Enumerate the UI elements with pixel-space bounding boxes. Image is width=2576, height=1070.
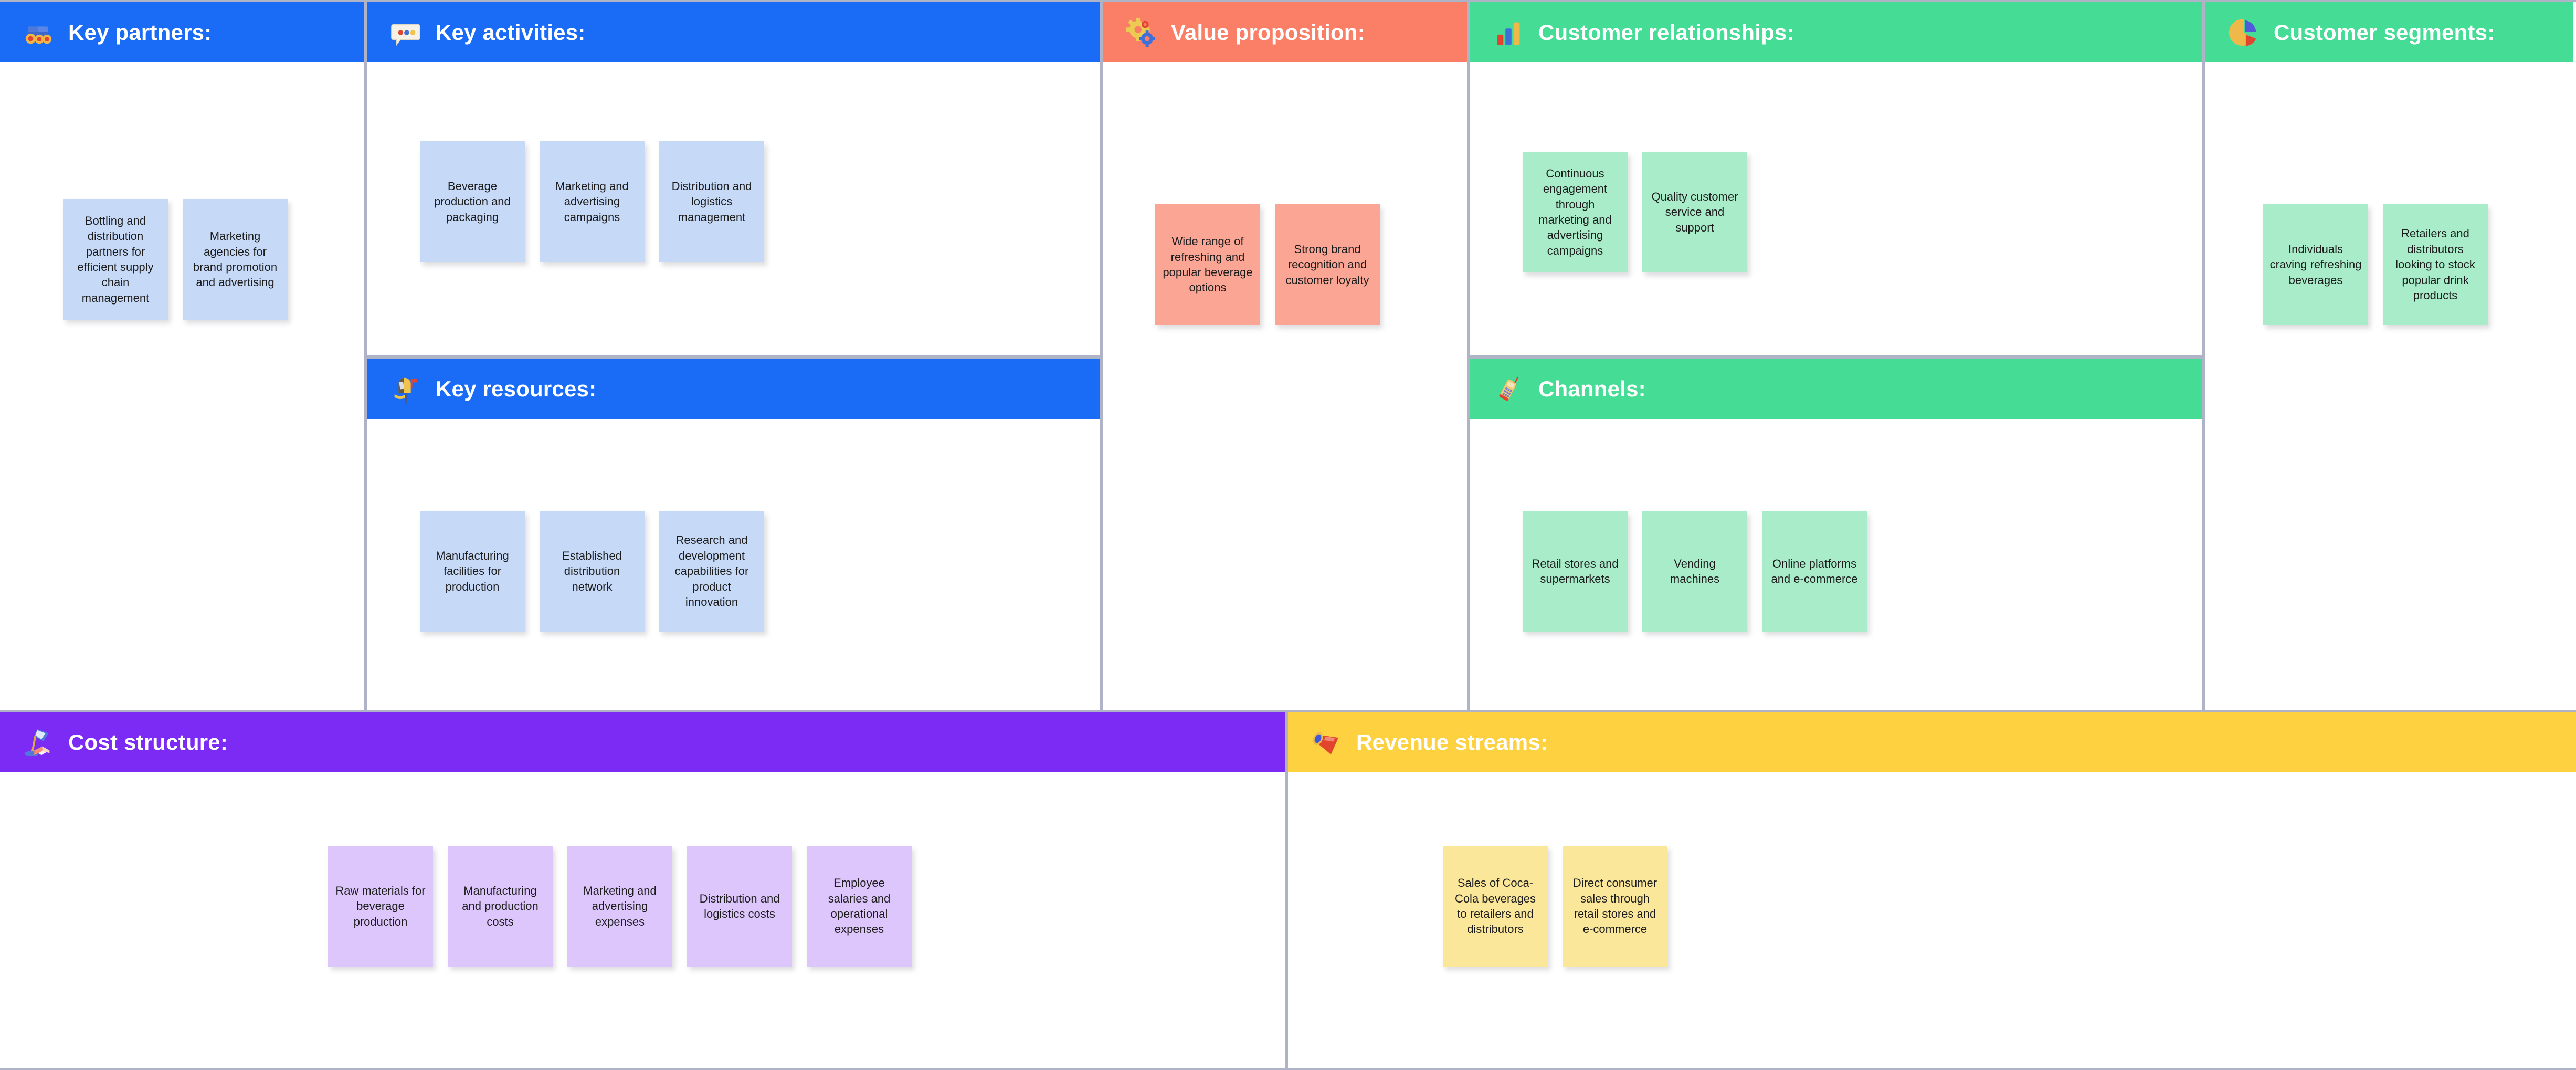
key-resources-title: Key resources:	[436, 376, 597, 401]
note-text: Individuals craving refreshing beverages	[2269, 242, 2362, 287]
business-model-canvas: Key partners: Bottling and distribution …	[0, 0, 2576, 1070]
sticky-note[interactable]: Marketing agencies for brand promotion a…	[183, 199, 288, 320]
key-partners-body[interactable]: Bottling and distribution partners for e…	[0, 62, 364, 710]
block-customer-segments[interactable]: Customer segments: Individuals craving r…	[2205, 2, 2573, 710]
key-partners-header: Key partners:	[0, 2, 364, 62]
block-channels[interactable]: Channels: Retail stores and supermarkets…	[1470, 359, 2202, 710]
note-text: Employee salaries and operational expens…	[828, 876, 891, 936]
gears-icon	[1125, 16, 1157, 49]
note-text: Manufacturing facilities for production	[436, 549, 509, 593]
tractor-icon	[22, 16, 55, 49]
value-proposition-header: Value proposition:	[1103, 2, 1467, 62]
sticky-note[interactable]: Marketing and advertising campaigns	[540, 141, 645, 262]
revenue-streams-header: Revenue streams:	[1288, 712, 2576, 772]
customer-relationships-header: Customer relationships:	[1470, 2, 2202, 62]
key-resources-body[interactable]: Manufacturing facilities for production …	[367, 419, 1100, 710]
note-text: Sales of Coca-Cola beverages to retailer…	[1454, 876, 1536, 936]
note-text: Bottling and distribution partners for e…	[77, 214, 154, 305]
key-activities-header: Key activities:	[367, 2, 1100, 62]
sticky-note[interactable]: Distribution and logistics costs	[687, 846, 792, 967]
block-key-resources[interactable]: Key resources: Manufacturing facilities …	[367, 359, 1100, 710]
sticky-note[interactable]: Quality customer service and support	[1642, 152, 1747, 272]
cost-structure-header: Cost structure:	[0, 712, 1285, 772]
note-text: Online platforms and e-commerce	[1771, 557, 1858, 585]
note-text: Distribution and logistics costs	[699, 891, 780, 920]
key-activities-title: Key activities:	[436, 19, 586, 45]
sticky-note[interactable]: Continuous engagement through marketing …	[1523, 152, 1628, 272]
block-key-partners[interactable]: Key partners: Bottling and distribution …	[0, 2, 367, 710]
note-text: Retailers and distributors looking to st…	[2395, 227, 2475, 302]
block-column-activities-resources: Key activities: Beverage production and …	[367, 2, 1103, 710]
mailbox-icon	[389, 373, 422, 405]
sticky-note[interactable]: Bottling and distribution partners for e…	[63, 199, 168, 320]
sticky-note[interactable]: Established distribution network	[540, 511, 645, 632]
sticky-note[interactable]: Retail stores and supermarkets	[1523, 511, 1628, 632]
note-text: Established distribution network	[562, 549, 622, 593]
block-customer-relationships[interactable]: Customer relationships: Continuous engag…	[1470, 2, 2202, 355]
customer-relationships-title: Customer relationships:	[1538, 19, 1794, 45]
note-text: Marketing and advertising campaigns	[555, 179, 629, 224]
note-text: Beverage production and packaging	[434, 179, 511, 224]
note-text: Continuous engagement through marketing …	[1538, 166, 1612, 257]
sticky-note[interactable]: Manufacturing and production costs	[448, 846, 553, 967]
cost-structure-title: Cost structure:	[68, 729, 228, 754]
sticky-note[interactable]: Manufacturing facilities for production	[420, 511, 525, 632]
note-text: Retail stores and supermarkets	[1532, 557, 1619, 585]
speech-balloon-icon	[389, 16, 422, 49]
key-activities-body[interactable]: Beverage production and packaging Market…	[367, 62, 1100, 355]
sticky-note[interactable]: Online platforms and e-commerce	[1762, 511, 1867, 632]
value-proposition-title: Value proposition:	[1171, 19, 1365, 45]
mobile-phone-icon	[1492, 373, 1525, 405]
sticky-note[interactable]: Wide range of refreshing and popular bev…	[1155, 204, 1260, 325]
revenue-streams-body[interactable]: Sales of Coca-Cola beverages to retailer…	[1288, 772, 2576, 1068]
block-column-relationships-channels: Customer relationships: Continuous engag…	[1470, 2, 2205, 710]
note-text: Vending machines	[1670, 557, 1720, 585]
channels-title: Channels:	[1538, 376, 1646, 401]
note-text: Wide range of refreshing and popular bev…	[1163, 235, 1253, 295]
canvas-bottom-region: Cost structure: Raw materials for bevera…	[0, 712, 2576, 1070]
sticky-note[interactable]: Sales of Coca-Cola beverages to retailer…	[1443, 846, 1548, 967]
note-text: Manufacturing and production costs	[462, 884, 539, 928]
note-text: Raw materials for beverage production	[335, 884, 426, 928]
customer-segments-body[interactable]: Individuals craving refreshing beverages…	[2205, 62, 2573, 710]
sticky-note[interactable]: Raw materials for beverage production	[328, 846, 433, 967]
block-revenue-streams[interactable]: Revenue streams: Sales of Coca-Cola beve…	[1288, 712, 2576, 1068]
note-text: Marketing agencies for brand promotion a…	[193, 229, 278, 289]
key-resources-header: Key resources:	[367, 359, 1100, 419]
sticky-note[interactable]: Distribution and logistics management	[659, 141, 764, 262]
note-text: Distribution and logistics management	[671, 179, 752, 224]
sticky-note[interactable]: Vending machines	[1642, 511, 1747, 632]
sticky-note[interactable]: Research and development capabilities fo…	[659, 511, 764, 632]
sticky-note[interactable]: Retailers and distributors looking to st…	[2383, 204, 2488, 325]
note-text: Strong brand recognition and customer lo…	[1285, 242, 1369, 287]
sticky-note[interactable]: Direct consumer sales through retail sto…	[1563, 846, 1667, 967]
value-proposition-body[interactable]: Wide range of refreshing and popular bev…	[1103, 62, 1467, 710]
note-text: Research and development capabilities fo…	[674, 533, 749, 609]
block-cost-structure[interactable]: Cost structure: Raw materials for bevera…	[0, 712, 1288, 1068]
note-text: Marketing and advertising expenses	[583, 884, 657, 928]
canvas-top-region: Key partners: Bottling and distribution …	[0, 0, 2576, 712]
sticky-note[interactable]: Employee salaries and operational expens…	[807, 846, 912, 967]
cost-structure-body[interactable]: Raw materials for beverage production Ma…	[0, 772, 1285, 1068]
sticky-note[interactable]: Beverage production and packaging	[420, 141, 525, 262]
bar-chart-icon	[1492, 16, 1525, 49]
channels-header: Channels:	[1470, 359, 2202, 419]
revenue-streams-title: Revenue streams:	[1356, 729, 1548, 754]
megaphone-icon	[1310, 726, 1343, 759]
block-key-activities[interactable]: Key activities: Beverage production and …	[367, 2, 1100, 355]
sticky-note[interactable]: Marketing and advertising expenses	[567, 846, 672, 967]
channels-body[interactable]: Retail stores and supermarkets Vending m…	[1470, 419, 2202, 710]
customer-segments-title: Customer segments:	[2274, 19, 2495, 45]
desk-lamp-icon	[22, 726, 55, 759]
note-text: Direct consumer sales through retail sto…	[1572, 876, 1657, 936]
customer-relationships-body[interactable]: Continuous engagement through marketing …	[1470, 62, 2202, 355]
sticky-note[interactable]: Individuals craving refreshing beverages	[2263, 204, 2368, 325]
sticky-note[interactable]: Strong brand recognition and customer lo…	[1275, 204, 1380, 325]
note-text: Quality customer service and support	[1651, 190, 1738, 234]
block-value-proposition[interactable]: Value proposition: Wide range of refresh…	[1103, 2, 1470, 710]
customer-segments-header: Customer segments:	[2205, 2, 2573, 62]
key-partners-title: Key partners:	[68, 19, 212, 45]
pie-chart-icon	[2227, 16, 2260, 49]
